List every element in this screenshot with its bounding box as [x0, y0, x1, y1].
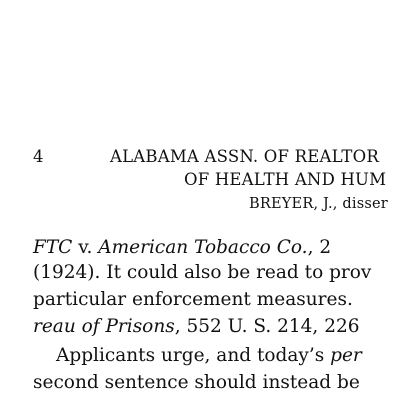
- versus-text: v.: [72, 237, 99, 258]
- case-name-ftc: FTC: [33, 237, 73, 258]
- body-line-5: Applicants urge, and today’s per: [56, 344, 362, 368]
- author-suffix: , J., disser: [313, 196, 388, 212]
- citation-text: , 552 U. S. 214, 226: [174, 316, 360, 337]
- page-number: 4: [33, 147, 44, 166]
- body-line-3: particular enforcement measures.: [33, 289, 353, 310]
- body-line-4: reau of Prisons, 552 U. S. 214, 226: [33, 315, 360, 339]
- case-name-american-tobacco: American Tobacco Co.: [98, 237, 308, 258]
- body-line-6: second sentence should instead be: [33, 372, 360, 393]
- author-initial: B: [249, 196, 260, 212]
- opinion-author-line: BREYER, J., disser: [249, 194, 388, 214]
- body-line-1: FTC v. American Tobacco Co., 2: [33, 236, 331, 260]
- running-title-line-1: ALABAMA ASSN. OF REALTOR: [110, 147, 379, 166]
- case-name-bureau-of-prisons: reau of Prisons: [33, 316, 175, 337]
- author-name: REYER: [259, 196, 314, 212]
- line-tail: , 2: [307, 237, 332, 258]
- paragraph-lead: Applicants urge, and today’s: [56, 345, 331, 366]
- running-title-line-2: OF HEALTH AND HUM: [184, 170, 387, 189]
- document-page: 4 ALABAMA ASSN. OF REALTOR OF HEALTH AND…: [0, 0, 400, 400]
- body-line-2: (1924). It could also be read to prov: [33, 262, 372, 283]
- per-curiam-italic: per: [330, 345, 362, 366]
